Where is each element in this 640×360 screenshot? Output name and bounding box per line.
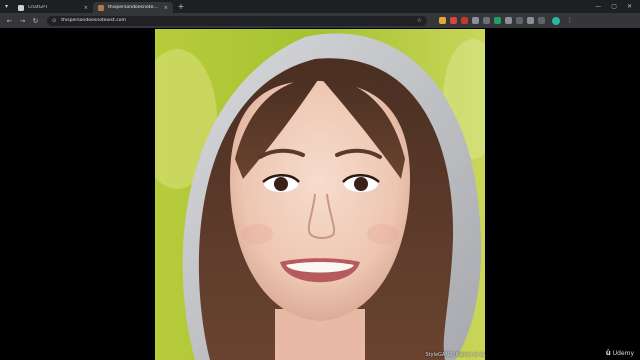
udemy-watermark: û Udemy [606,349,634,357]
minimize-icon[interactable]: — [595,3,601,10]
extension-5-icon[interactable] [483,17,490,24]
extension-1-icon[interactable] [439,17,446,24]
address-bar[interactable]: ⊙ thispersondoesnotexist.com ☆ [47,15,427,26]
maximize-icon[interactable]: ▢ [611,3,617,10]
page-viewport: StyleGAN2 (Karras et al. û Udemy [0,28,640,360]
extension-9-icon[interactable] [527,17,534,24]
browser-menu-icon[interactable]: ⋮ [567,17,573,24]
extension-7-icon[interactable] [505,17,512,24]
udemy-logo-icon: û [605,349,611,357]
site-favicon-icon [98,4,104,11]
image-credit-text: StyleGAN2 (Karras et al. [425,352,486,358]
new-tab-button[interactable]: + [175,1,187,13]
tab-thispersondoesnotexist[interactable]: thispersondoesnotexist.com (1 × [93,2,173,13]
extensions-row: ⋮ [439,16,573,25]
extension-8-icon[interactable] [516,17,523,24]
site-info-icon[interactable]: ⊙ [52,18,56,24]
forward-button[interactable]: → [17,15,28,26]
window-controls: — ▢ ✕ [595,3,640,10]
chatgpt-favicon-icon [18,4,24,11]
back-button[interactable]: ← [4,15,15,26]
tab-search-button[interactable]: ▾ [0,0,13,13]
browser-window: ▾ ChatGPT × thispersondoesnotexist.com (… [0,0,640,360]
tab-strip: ▾ ChatGPT × thispersondoesnotexist.com (… [0,0,640,13]
bookmark-star-icon[interactable]: ☆ [417,17,422,24]
extension-3-icon[interactable] [461,17,468,24]
extension-2-icon[interactable] [450,17,457,24]
tab-chatgpt[interactable]: ChatGPT × [13,2,93,13]
close-tab-icon[interactable]: × [84,5,88,11]
url-text[interactable]: thispersondoesnotexist.com [61,18,411,23]
browser-toolbar: ← → ↻ ⊙ thispersondoesnotexist.com ☆ ⋮ [0,13,640,28]
reload-button[interactable]: ↻ [30,15,41,26]
udemy-watermark-text: Udemy [612,349,634,357]
extension-4-icon[interactable] [472,17,479,24]
tab-title: thispersondoesnotexist.com (1 [108,5,160,10]
close-tab-icon[interactable]: × [164,5,168,11]
extension-10-icon[interactable] [538,17,545,24]
generated-face-image [155,29,485,360]
close-window-icon[interactable]: ✕ [627,3,632,10]
extension-6-icon[interactable] [494,17,501,24]
tab-title: ChatGPT [28,5,48,10]
profile-avatar[interactable] [552,16,560,25]
